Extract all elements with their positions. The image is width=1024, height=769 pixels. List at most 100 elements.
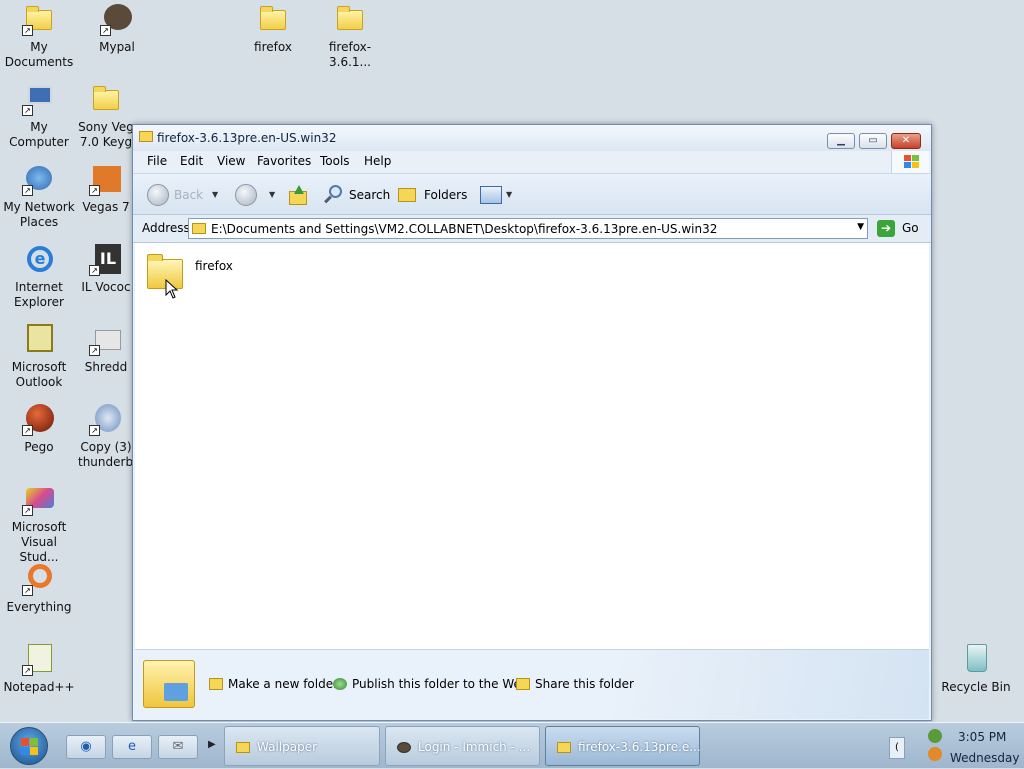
menu-help[interactable]: Help [364,154,391,168]
desktop-icon-outlook[interactable]: Microsoft Outlook [0,322,78,390]
new-folder-icon [209,678,223,690]
folder-icon [192,223,206,234]
visual-studio-icon: ↗ [22,482,56,516]
back-button[interactable]: Back [174,188,203,202]
recycle-bin-icon [959,642,993,676]
publish-folder-link[interactable]: Publish this folder to the Web [333,677,528,691]
desktop-icon-my-documents[interactable]: ↗ My Documents [0,2,78,70]
quicklaunch-mail-icon[interactable]: ✉ [158,735,198,759]
quicklaunch-internet-explorer-icon[interactable]: e [112,735,152,759]
desktop-icon-network-places[interactable]: ↗ My Network Places [0,162,78,230]
menu-file[interactable]: File [147,154,167,168]
clock-time: 3:05 PM [958,730,1007,744]
folder-icon [557,742,571,753]
windows-logo-icon [891,151,929,173]
mouse-cursor-icon [165,279,179,299]
desktop-icon-vegas[interactable]: ↗ Vegas 7 [78,162,134,215]
pego-icon: ↗ [22,402,56,436]
my-computer-icon: ↗ [22,82,56,116]
quicklaunch-more-icon[interactable]: ▶ [208,739,216,750]
desktop-icon-visual-studio[interactable]: ↗ Microsoft Visual Stud... [0,482,78,565]
views-icon[interactable] [480,186,502,204]
my-documents-icon: ↗ [22,2,56,36]
menu-bar: File Edit View Favorites Tools Help [133,151,931,173]
outlook-icon [22,322,56,356]
clock[interactable]: 3:05 PM Wednesday [950,727,1019,769]
internet-explorer-icon: e [22,242,56,276]
desktop-icon-sony-vegas-keygen[interactable]: Sony Veg 7.0 Keyg [78,82,134,150]
taskbar-item-immich[interactable]: Login - Immich - ... [385,726,540,766]
maximize-button[interactable]: ▭ [859,133,887,149]
menu-view[interactable]: View [217,154,245,168]
list-item[interactable]: firefox [147,253,257,299]
menu-favorites[interactable]: Favorites [257,154,311,168]
make-new-folder-link[interactable]: Make a new folder [209,677,338,691]
minimize-button[interactable]: ▁ [827,133,855,149]
everything-icon: ↗ [22,562,56,596]
desktop-icon-internet-explorer[interactable]: e Internet Explorer [0,242,78,310]
quicklaunch-show-desktop-icon[interactable]: ◉ [66,735,106,759]
globe-icon [333,678,347,690]
thunderbird-icon: ↗ [89,402,123,436]
go-arrow-icon: ➔ [877,220,895,237]
tray-expand-button[interactable]: ( [889,737,905,759]
tray-search-icon[interactable] [928,747,942,761]
tray-network-icon[interactable] [928,729,942,743]
back-arrow-icon[interactable] [147,184,169,206]
taskbar: ◉ e ✉ ▶ Wallpaper Login - Immich - ... f… [0,722,1024,768]
desktop-icon-il-vocoder[interactable]: IL ↗ IL Vococ [78,242,134,295]
address-value[interactable]: E:\Documents and Settings\VM2.COLLABNET\… [211,222,717,236]
notepadpp-icon: ↗ [22,642,56,676]
desktop-icon-recycle-bin[interactable]: Recycle Bin [936,642,1016,695]
folder-content[interactable]: firefox [135,243,929,649]
address-bar: Address E:\Documents and Settings\VM2.CO… [133,215,931,243]
back-dropdown-icon[interactable]: ▼ [212,190,218,199]
taskbar-item-explorer[interactable]: firefox-3.6.13pre.e... [545,726,701,766]
folder-icon [139,131,153,142]
desktop-icon-mypal[interactable]: ↗ Mypal [78,2,156,55]
task-pane: Make a new folder Publish this folder to… [135,649,929,719]
search-icon[interactable] [323,185,343,205]
address-dropdown-icon[interactable]: ▼ [857,222,864,232]
up-folder-icon[interactable] [289,185,307,205]
folder-icon [143,660,195,708]
shredder-icon: ↗ [89,322,123,356]
menu-tools[interactable]: Tools [320,154,350,168]
forward-dropdown-icon[interactable]: ▼ [269,190,275,199]
desktop-icon-firefox-folder[interactable]: firefox-3.6.1... [311,2,389,70]
taskbar-item-wallpaper[interactable]: Wallpaper [224,726,380,766]
forward-arrow-icon[interactable] [235,184,257,206]
folder-icon [236,742,250,753]
desktop-icon-shredder[interactable]: ↗ Shredd [78,322,134,375]
folder-icon [333,2,367,36]
windows-logo-icon [21,738,29,746]
il-vocoder-icon: IL ↗ [89,242,123,276]
desktop-icon-firefox[interactable]: firefox [234,2,312,55]
desktop-icon-notepadpp[interactable]: ↗ Notepad++ [0,642,78,695]
folder-icon [89,82,123,116]
menu-edit[interactable]: Edit [180,154,203,168]
desktop-icon-everything[interactable]: ↗ Everything [0,562,78,615]
views-dropdown-icon[interactable]: ▼ [506,190,512,199]
folders-button[interactable]: Folders [424,188,467,202]
explorer-window: firefox-3.6.13pre.en-US.win32 ▁ ▭ ✕ File… [132,124,932,721]
go-button[interactable]: ➔ Go [877,219,923,239]
start-button[interactable] [10,727,48,765]
title-bar[interactable]: firefox-3.6.13pre.en-US.win32 ▁ ▭ ✕ [133,125,931,151]
network-places-icon: ↗ [22,162,56,196]
share-folder-icon [516,678,530,690]
folders-icon[interactable] [398,188,416,202]
window-title: firefox-3.6.13pre.en-US.win32 [157,131,337,145]
share-folder-link[interactable]: Share this folder [516,677,634,691]
desktop-icon-my-computer[interactable]: ↗ My Computer [0,82,78,150]
desktop-icon-thunderbird[interactable]: ↗ Copy (3) thunderbi [78,402,134,470]
clock-day: Wednesday [950,751,1020,765]
address-label: Address [142,221,190,235]
vegas-icon: ↗ [89,162,123,196]
address-input[interactable]: E:\Documents and Settings\VM2.COLLABNET\… [188,218,868,239]
desktop-icon-pego[interactable]: ↗ Pego [0,402,78,455]
folder-icon [256,2,290,36]
close-button[interactable]: ✕ [891,133,921,149]
search-button[interactable]: Search [349,188,390,202]
go-label: Go [902,221,919,235]
